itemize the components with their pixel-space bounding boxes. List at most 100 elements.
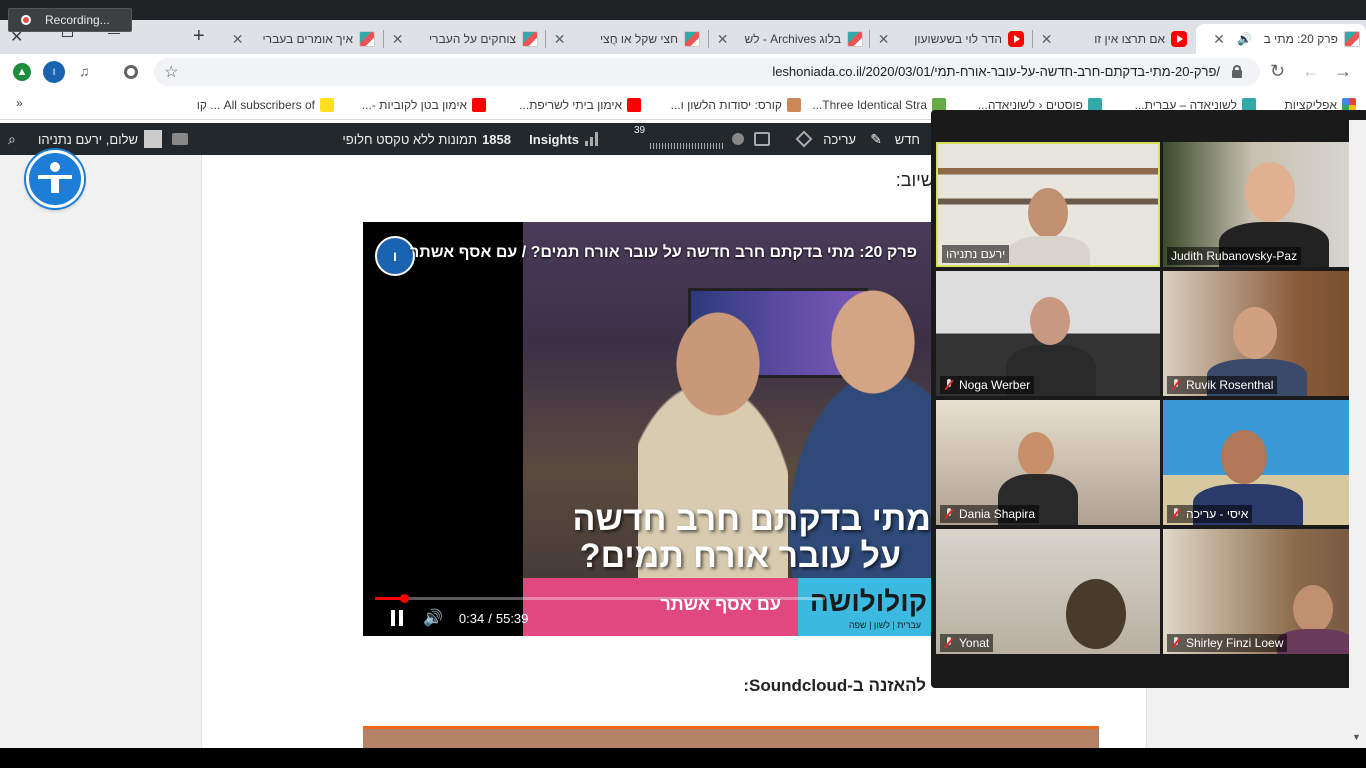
- bookmark-label: קורס: יסודות הלשון ו...: [670, 98, 782, 112]
- mic-muted-icon: [944, 637, 954, 649]
- close-tab-icon[interactable]: ✕: [1039, 31, 1054, 48]
- back-button[interactable]: →: [1334, 61, 1352, 82]
- youtube-icon: [1171, 31, 1187, 47]
- tab[interactable]: חצי שקל או חֲצי ✕: [548, 24, 706, 54]
- leshoniada-icon: [684, 31, 700, 47]
- address-bar[interactable]: ☆ leshoniada.co.il/2020/03/01/פרק-20-מתי…: [154, 58, 1260, 86]
- tab-title: פרק 20: מתי ב: [1263, 32, 1338, 46]
- pencil-icon[interactable]: ✎: [870, 123, 882, 155]
- recording-label: Recording...: [45, 13, 110, 27]
- new-tab-button[interactable]: +: [193, 25, 205, 48]
- tab-title: חצי שקל או חֲצי: [600, 32, 678, 46]
- bookmark-label: All subscribers of ... קו: [196, 98, 315, 112]
- participant-name: Dania Shapira: [940, 505, 1040, 523]
- speaker-icon[interactable]: 🔊: [1237, 32, 1252, 46]
- tab[interactable]: צוחקים על העברי ✕: [386, 24, 544, 54]
- tab[interactable]: הדר לוי בשעשועון ✕: [872, 24, 1030, 54]
- bookmark-item[interactable]: Three Identical Stra...: [812, 96, 946, 114]
- video-title[interactable]: פרק 20: מתי בדקתם חרב חדשה על עובר אורח …: [410, 244, 917, 262]
- bookmark-label: Three Identical Stra...: [812, 98, 927, 112]
- tab-divider: [1032, 30, 1033, 48]
- yoast-icon[interactable]: [754, 123, 770, 155]
- leshoniada-icon: [522, 31, 538, 47]
- accessibility-button[interactable]: [26, 150, 84, 208]
- next-embed[interactable]: [363, 726, 1099, 748]
- participant-tile[interactable]: Dania Shapira: [936, 400, 1160, 525]
- url-text: leshoniada.co.il/2020/03/01/פרק-20-מתי-ב…: [772, 64, 1220, 79]
- close-tab-icon[interactable]: ✕: [552, 31, 567, 48]
- bookmark-star-icon[interactable]: ☆: [164, 62, 178, 82]
- participant-name: Shirley Finzi Loew: [1167, 634, 1288, 652]
- screen-bottom-edge: [0, 748, 1366, 768]
- sparkline-icon: [650, 129, 724, 149]
- leshoniada-icon: [1344, 31, 1360, 47]
- youtube-player[interactable]: ו פרק 20: מתי בדקתם חרב חדשה על עובר אור…: [363, 222, 931, 636]
- images-without-alt[interactable]: 1858 תמונות ללא טקסט חלופי: [342, 123, 511, 155]
- mic-muted-icon: [1171, 637, 1181, 649]
- bookmark-item[interactable]: All subscribers of ... קו: [197, 96, 334, 114]
- bookmark-label: אימון ביתי לשריפת...: [519, 98, 622, 112]
- time-separator: /: [488, 610, 492, 626]
- insights-label: Insights: [529, 131, 579, 147]
- participant-name: איסי - עריכה: [1167, 505, 1253, 523]
- tab[interactable]: איך אומרים בעברי ✕: [226, 24, 381, 54]
- diamond-icon[interactable]: [795, 123, 813, 155]
- stats-sparkline[interactable]: 39: [634, 123, 724, 155]
- time-current: 0:34: [458, 610, 485, 626]
- close-tab-icon[interactable]: ✕: [1211, 31, 1227, 48]
- media-control-icon[interactable]: ♫: [79, 63, 90, 79]
- participant-tile[interactable]: ירעם נתניהו: [936, 142, 1160, 267]
- brand-subtitle: עברית | לשון | שפה: [848, 620, 921, 630]
- pause-icon[interactable]: [391, 610, 403, 626]
- bookmark-label: אימון בטן לקוביות -...: [361, 98, 467, 112]
- more-bookmarks-icon[interactable]: »: [16, 96, 23, 110]
- minimize-window-icon[interactable]: [108, 33, 120, 34]
- scroll-down-icon[interactable]: ▼: [1352, 732, 1361, 742]
- overlay-line-1: מתי בדקתם חרב חדשה: [572, 500, 931, 538]
- reload-button[interactable]: ↻: [1270, 61, 1285, 82]
- extension-upload-icon[interactable]: ▲: [13, 63, 31, 81]
- volume-icon[interactable]: 🔊: [423, 608, 443, 628]
- wp-new-button[interactable]: חדש: [895, 123, 920, 155]
- close-tab-icon[interactable]: ✕: [715, 31, 730, 48]
- youtube-icon: [472, 98, 486, 112]
- search-icon[interactable]: ⌕: [8, 123, 16, 155]
- lock-icon[interactable]: [1232, 65, 1242, 78]
- tab-title: בלוג Archives - לש: [744, 32, 841, 46]
- profile-avatar[interactable]: ו: [43, 61, 65, 83]
- time-total: 55:39: [495, 610, 529, 626]
- tab-active[interactable]: פרק 20: מתי ב 🔊 ✕: [1196, 24, 1366, 54]
- bookmark-item[interactable]: אימון ביתי לשריפת...: [519, 96, 641, 114]
- insights-button[interactable]: Insights: [529, 123, 598, 155]
- close-tab-icon[interactable]: ✕: [876, 31, 891, 48]
- video-controls: 🔊 0:34 / 55:39: [391, 608, 528, 628]
- close-tab-icon[interactable]: ✕: [230, 31, 245, 48]
- close-tab-icon[interactable]: ✕: [390, 31, 405, 48]
- tab-divider: [383, 30, 384, 48]
- channel-logo[interactable]: ו: [375, 236, 415, 276]
- participant-tile[interactable]: איסי - עריכה: [1163, 400, 1366, 525]
- forward-button[interactable]: ←: [1302, 61, 1320, 82]
- wp-edit-button[interactable]: עריכה: [823, 123, 856, 155]
- participant-tile[interactable]: Shirley Finzi Loew: [1163, 529, 1366, 654]
- participant-tile[interactable]: Judith Rubanovsky-Paz: [1163, 142, 1366, 267]
- extension-circle-icon[interactable]: [124, 65, 138, 79]
- participant-name: Yonat: [940, 634, 994, 652]
- participant-tile[interactable]: Yonat: [936, 529, 1160, 654]
- bookmark-item[interactable]: אימון בטן לקוביות -...: [362, 96, 486, 114]
- tab[interactable]: בלוג Archives - לש ✕: [711, 24, 869, 54]
- youtube-icon: [627, 98, 641, 112]
- mic-muted-icon: [944, 379, 954, 391]
- page-scrollbar[interactable]: [1349, 120, 1366, 748]
- bookmark-item[interactable]: קורס: יסודות הלשון ו...: [671, 96, 801, 114]
- brand-logo: קולולושה: [809, 586, 927, 617]
- participant-name: Ruvik Rosenthal: [1167, 376, 1278, 394]
- video-progress-bar[interactable]: [375, 594, 825, 603]
- tab[interactable]: אם תרצו אין זו ✕: [1035, 24, 1193, 54]
- participant-tile[interactable]: Ruvik Rosenthal: [1163, 271, 1366, 396]
- participant-tile[interactable]: Noga Werber: [936, 271, 1160, 396]
- comments-icon[interactable]: [172, 123, 188, 155]
- overlay-line-2: על עובר אורח תמים?: [579, 537, 901, 575]
- tab-title: אם תרצו אין זו: [1094, 32, 1165, 46]
- wp-new-label: חדש: [894, 131, 920, 147]
